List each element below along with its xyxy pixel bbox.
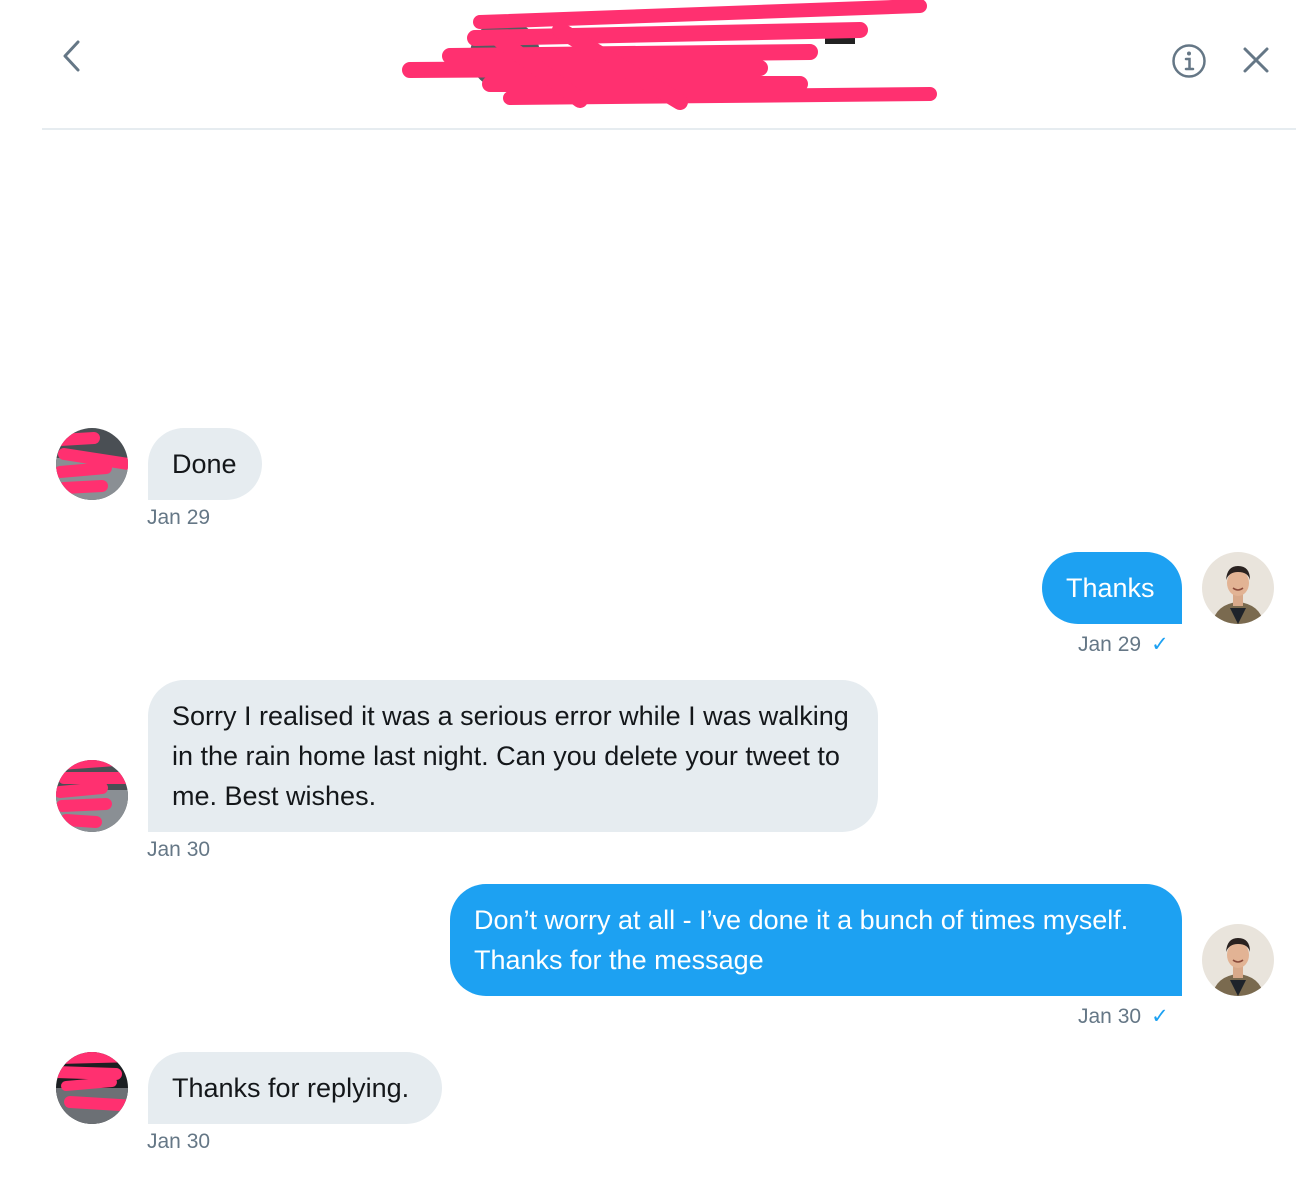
redacted-avatar-image [56, 760, 128, 832]
message-bubble[interactable]: Thanks [1042, 552, 1182, 624]
info-button[interactable] [1170, 42, 1208, 80]
message-bubble[interactable]: Done [148, 428, 262, 500]
header-divider [42, 128, 1296, 130]
message-meta: Jan 29 ✓ [1078, 632, 1169, 658]
message-bubble[interactable]: Don’t worry at all - I’ve done it a bunc… [450, 884, 1182, 996]
message-timestamp: Jan 30 [147, 1130, 211, 1153]
message-timestamp: Jan 29 [1078, 633, 1142, 656]
sender-avatar[interactable] [56, 760, 128, 832]
message-text: Thanks for replying. [172, 1073, 410, 1103]
read-check-icon: ✓ [1151, 633, 1169, 656]
message-text: Sorry I realised it was a serious error … [172, 701, 849, 811]
sender-avatar[interactable] [56, 428, 128, 500]
chevron-left-icon [63, 40, 80, 72]
conversation-header [0, 0, 1296, 129]
info-icon [1172, 44, 1206, 78]
message-timestamp: Jan 30 [1078, 1005, 1142, 1028]
close-icon [1243, 47, 1269, 73]
sender-avatar[interactable] [56, 1052, 128, 1124]
read-check-icon: ✓ [1151, 1005, 1169, 1028]
message-bubble[interactable]: Sorry I realised it was a serious error … [148, 680, 878, 832]
back-button[interactable] [52, 36, 92, 76]
message-timestamp: Jan 29 [147, 506, 211, 529]
user-avatar[interactable] [1202, 552, 1274, 624]
message-text: Thanks [1066, 573, 1155, 603]
message-meta: Jan 29 [147, 505, 210, 531]
message-meta: Jan 30 [147, 837, 210, 863]
close-button[interactable] [1238, 42, 1274, 78]
message-timestamp: Jan 30 [147, 838, 211, 861]
message-text: Done [172, 449, 237, 479]
message-text: Don’t worry at all - I’ve done it a bunc… [474, 905, 1129, 975]
message-bubble[interactable]: Thanks for replying. [148, 1052, 442, 1124]
message-meta: Jan 30 ✓ [1078, 1004, 1169, 1030]
message-meta: Jan 30 [147, 1129, 210, 1155]
user-avatar-image [1202, 924, 1274, 996]
redacted-avatar-image [56, 428, 128, 500]
redacted-profile-scribble [402, 0, 937, 110]
user-avatar-image [1202, 552, 1274, 624]
redacted-avatar-image [56, 1052, 128, 1124]
user-avatar[interactable] [1202, 924, 1274, 996]
